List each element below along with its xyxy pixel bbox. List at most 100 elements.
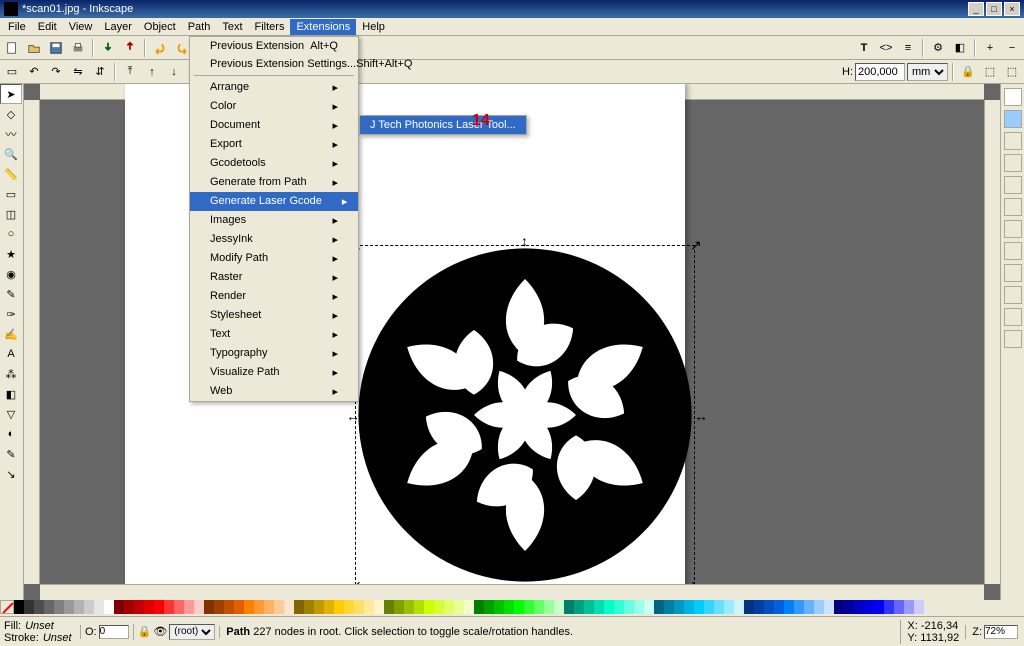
color-swatch[interactable] (74, 600, 84, 614)
bucket-tool[interactable]: ▽ (0, 404, 22, 424)
color-swatch[interactable] (444, 600, 454, 614)
color-swatch[interactable] (354, 600, 364, 614)
new-icon[interactable] (2, 38, 22, 58)
scale1-icon[interactable]: ⬚ (980, 62, 1000, 82)
snap-path-icon[interactable] (1004, 154, 1022, 172)
fill-value[interactable]: Unset (25, 620, 54, 632)
ext-jessyink[interactable]: JessyInk▸ (190, 230, 358, 249)
ext-typography[interactable]: Typography▸ (190, 344, 358, 363)
color-swatch[interactable] (304, 600, 314, 614)
dropper-tool[interactable]: ✎ (0, 444, 22, 464)
canvas-viewport[interactable]: ↖ ↕ ↗ ↔ ↔ ↙ ↕ ↘ (40, 100, 984, 584)
color-swatch[interactable] (754, 600, 764, 614)
close-button[interactable]: × (1004, 2, 1020, 16)
handle-w[interactable]: ↔ (346, 411, 356, 421)
color-swatch[interactable] (364, 600, 374, 614)
eraser-tool[interactable]: ◧ (0, 384, 22, 404)
ellipse-tool[interactable]: ○ (0, 224, 22, 244)
color-swatch[interactable] (714, 600, 724, 614)
color-swatch[interactable] (214, 600, 224, 614)
lock-icon[interactable]: 🔒 (958, 62, 978, 82)
color-swatch[interactable] (474, 600, 484, 614)
color-swatch[interactable] (804, 600, 814, 614)
color-swatch[interactable] (894, 600, 904, 614)
color-swatch[interactable] (284, 600, 294, 614)
menu-view[interactable]: View (63, 19, 99, 35)
snap-intersection-icon[interactable] (1004, 176, 1022, 194)
color-swatch[interactable] (634, 600, 644, 614)
color-swatch[interactable] (534, 600, 544, 614)
color-swatch[interactable] (874, 600, 884, 614)
rotate-ccw-icon[interactable]: ↶ (24, 62, 44, 82)
tweak-tool[interactable]: 〰 (0, 124, 22, 144)
color-swatch[interactable] (404, 600, 414, 614)
text-tool[interactable]: A (0, 344, 22, 364)
color-swatch[interactable] (544, 600, 554, 614)
color-swatch[interactable] (54, 600, 64, 614)
spiral-tool[interactable]: ◉ (0, 264, 22, 284)
color-swatch[interactable] (524, 600, 534, 614)
import-icon[interactable] (98, 38, 118, 58)
ext-stylesheet[interactable]: Stylesheet▸ (190, 306, 358, 325)
jtech-laser-tool[interactable]: J Tech Photonics Laser Tool... (360, 116, 526, 134)
menu-extensions[interactable]: Extensions (290, 19, 356, 35)
color-swatch[interactable] (114, 600, 124, 614)
color-swatch[interactable] (224, 600, 234, 614)
menu-file[interactable]: File (2, 19, 32, 35)
snap-midpoint-icon[interactable] (1004, 220, 1022, 238)
xml-icon[interactable]: <> (876, 38, 896, 58)
raise-icon[interactable]: ↑ (142, 62, 162, 82)
color-swatch[interactable] (884, 600, 894, 614)
bezier-tool[interactable]: ✑ (0, 304, 22, 324)
color-swatch[interactable] (794, 600, 804, 614)
color-swatch[interactable] (14, 600, 24, 614)
flip-v-icon[interactable]: ⇵ (90, 62, 110, 82)
color-swatch[interactable] (684, 600, 694, 614)
snap-center-icon[interactable] (1004, 198, 1022, 216)
color-swatch[interactable] (374, 600, 384, 614)
connector-tool[interactable]: ↘ (0, 464, 22, 484)
color-swatch[interactable] (654, 600, 664, 614)
color-swatch[interactable] (194, 600, 204, 614)
color-swatch[interactable] (294, 600, 304, 614)
color-swatch[interactable] (614, 600, 624, 614)
menu-layer[interactable]: Layer (98, 19, 138, 35)
color-swatch[interactable] (574, 600, 584, 614)
color-swatch[interactable] (584, 600, 594, 614)
flip-h-icon[interactable]: ⇋ (68, 62, 88, 82)
measure-tool[interactable]: 📏 (0, 164, 22, 184)
color-swatch[interactable] (434, 600, 444, 614)
color-swatch[interactable] (144, 600, 154, 614)
color-swatch[interactable] (104, 600, 114, 614)
layer-lock-icon[interactable]: 🔒 (138, 625, 152, 638)
pencil-tool[interactable]: ✎ (0, 284, 22, 304)
color-swatch[interactable] (264, 600, 274, 614)
star-tool[interactable]: ★ (0, 244, 22, 264)
color-swatch[interactable] (64, 600, 74, 614)
color-swatch[interactable] (854, 600, 864, 614)
ext-document[interactable]: Document▸ (190, 116, 358, 135)
color-swatch[interactable] (594, 600, 604, 614)
color-swatch[interactable] (274, 600, 284, 614)
color-swatch[interactable] (484, 600, 494, 614)
export-icon[interactable] (120, 38, 140, 58)
zoom-in-icon[interactable]: + (980, 38, 1000, 58)
color-swatch[interactable] (394, 600, 404, 614)
node-tool[interactable]: ◇ (0, 104, 22, 124)
stroke-value[interactable]: Unset (43, 632, 72, 644)
color-swatch[interactable] (234, 600, 244, 614)
snap-grid-icon[interactable] (1004, 286, 1022, 304)
color-swatch[interactable] (744, 600, 754, 614)
snap-bbox-icon[interactable] (1004, 110, 1022, 128)
text-tool-icon[interactable]: T (854, 38, 874, 58)
color-swatch[interactable] (844, 600, 854, 614)
ext-modify-path[interactable]: Modify Path▸ (190, 249, 358, 268)
rotate-cw-icon[interactable]: ↷ (46, 62, 66, 82)
snap-page-icon[interactable] (1004, 264, 1022, 282)
raise-top-icon[interactable]: ⤒ (120, 62, 140, 82)
unit-select[interactable]: mm (907, 63, 948, 81)
print-icon[interactable] (68, 38, 88, 58)
opacity-input[interactable] (99, 625, 129, 639)
layer-visible-icon[interactable]: 👁 (153, 625, 167, 638)
calligraphy-tool[interactable]: ✍ (0, 324, 22, 344)
